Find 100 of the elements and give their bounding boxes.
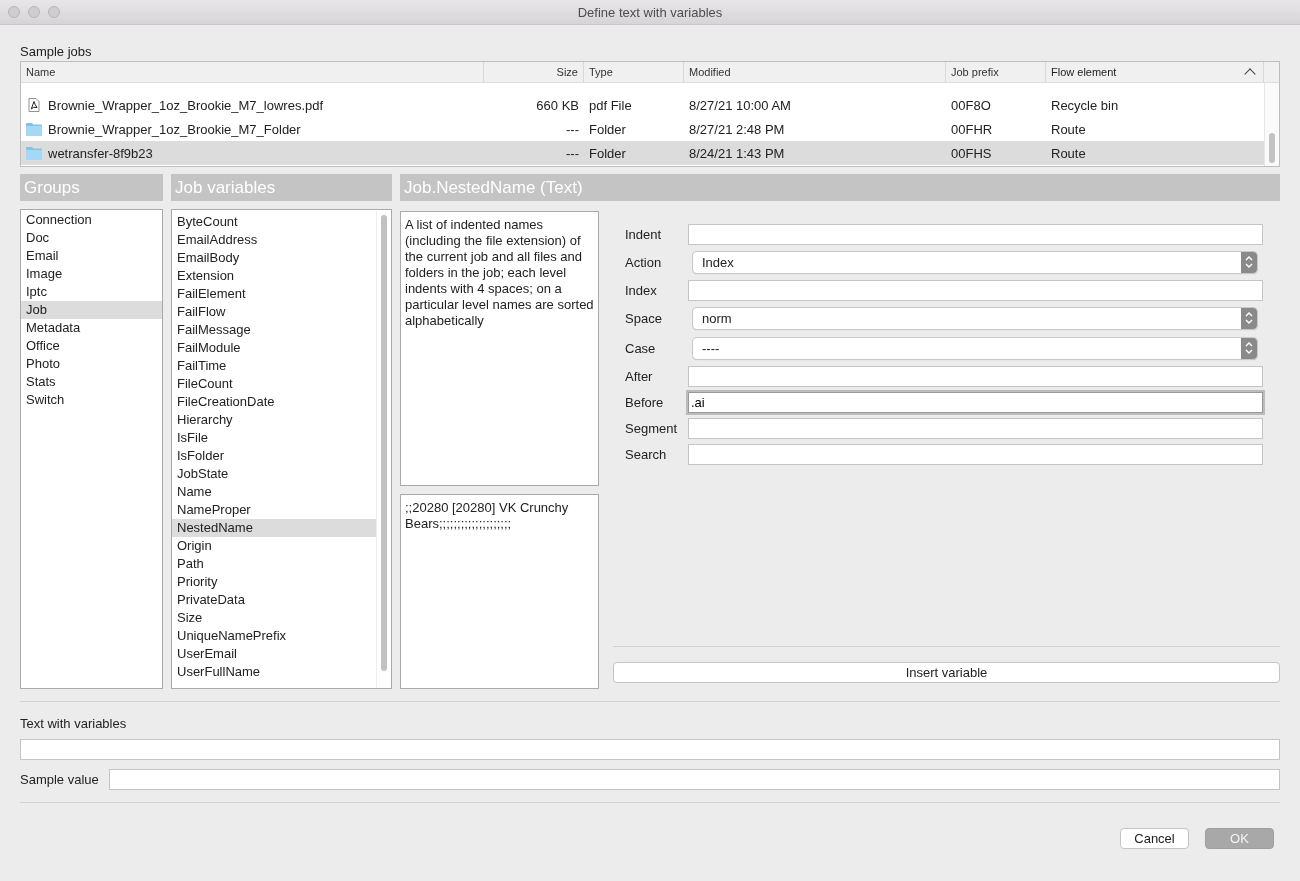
table-cell: 8/27/21 10:00 AM [689,97,791,113]
table-row[interactable]: Brownie_Wrapper_1oz_Brookie_M7_lowres.pdf 660 KB pdf File 8/27/21 10:00 AM 00F8O Recycle bin [21,93,1264,117]
field-label: Indent [625,226,663,242]
field-label: Action [625,254,663,270]
table-cell: 660 KB [536,97,579,113]
list-item[interactable]: FileCreationDate [172,393,376,411]
list-item[interactable]: FileCount [172,375,376,393]
list-item[interactable]: Hierarchy [172,411,376,429]
list-item[interactable]: Connection [21,211,162,229]
list-item[interactable]: Extension [172,267,376,285]
scrollbar-thumb[interactable] [381,215,387,671]
list-item[interactable]: Path [172,555,376,573]
table-cell: wetransfer-8f9b23 [48,145,153,161]
dropdown[interactable]: ---- [693,337,1257,359]
list-item[interactable]: EmailAddress [172,231,376,249]
field-label: Before [625,394,665,410]
panel-header: Job.NestedName (Text) [400,174,1280,201]
list-item[interactable]: ByteCount [172,213,376,231]
panel-header: Job variables [171,174,392,201]
dropdown[interactable]: Index [693,251,1257,273]
field-label: Sample value [20,772,99,787]
list-item[interactable]: UserFullName [172,663,376,681]
panel-header: Groups [20,174,163,201]
list-item[interactable]: Job [21,301,162,319]
text-field[interactable] [688,223,1263,245]
zoom-button[interactable] [48,6,60,18]
list-item[interactable]: Switch [21,391,162,409]
list-item[interactable]: Office [21,337,162,355]
list-item[interactable]: UniqueNamePrefix [172,627,376,645]
list-item[interactable]: Origin [172,537,376,555]
list-item[interactable]: UserEmail [172,645,376,663]
field-label: Segment [625,420,679,436]
column-header[interactable]: Job prefix [946,62,1046,82]
close-button[interactable] [8,6,20,18]
table-cell: Brownie_Wrapper_1oz_Brookie_M7_Folder [48,121,301,137]
column-header[interactable]: Type [584,62,684,82]
text-with-variables-field[interactable] [20,739,1280,760]
section-label: Sample jobs [20,44,92,59]
column-header[interactable]: Modified [684,62,946,82]
list-item[interactable]: Name [172,483,376,501]
list-item[interactable]: Size [172,609,376,627]
sample-text: ;;20280 [20280] VK Crunchy Bears;;;;;;;;;;;;;;;;;;;; [405,500,570,532]
list-item[interactable]: PrivateData [172,591,376,609]
field-label: Index [625,282,658,298]
field-label: Space [625,310,663,326]
field-label: Case [625,340,657,356]
minimize-button[interactable] [28,6,40,18]
table-cell: 00FHS [951,145,992,161]
field-label: After [625,368,654,384]
window-title: Define text with variables [577,4,723,20]
list-item[interactable]: EmailBody [172,249,376,267]
list-item[interactable]: IsFile [172,429,376,447]
list-item[interactable]: FailMessage [172,321,376,339]
text-field[interactable] [688,417,1263,439]
insert-variable-button[interactable]: Insert variable [613,662,1280,683]
text-field[interactable] [688,279,1263,301]
folder-icon [26,122,42,136]
folder-icon [26,146,42,160]
chevron-up-down-icon [1241,307,1257,329]
text-field[interactable]: .ai [688,391,1263,413]
list-item[interactable]: Priority [172,573,376,591]
list-item[interactable]: Stats [21,373,162,391]
column-header[interactable]: Flow element [1046,62,1264,82]
list-item[interactable]: Doc [21,229,162,247]
text-field[interactable] [688,365,1263,387]
field-label: Text with variables [20,716,127,731]
list-item[interactable]: NameProper [172,501,376,519]
list-item[interactable]: FailElement [172,285,376,303]
list-item[interactable]: IsFolder [172,447,376,465]
dialog-button: OK [1205,828,1274,849]
table-row[interactable]: Brownie_Wrapper_1oz_Brookie_M7_Folder --- Folder 8/27/21 2:48 PM 00FHR Route [21,117,1264,141]
sample-value-field[interactable] [108,769,1280,790]
list-item[interactable]: Email [21,247,162,265]
table-cell: 8/24/21 1:43 PM [689,145,785,161]
column-header[interactable]: Name [21,62,484,82]
scrollbar[interactable] [1264,83,1279,166]
list-item[interactable]: NestedName [172,519,376,537]
table-cell: Recycle bin [1051,97,1119,113]
description-text: A list of indented names (including the file extension) of the current job and all files and folders in the job; each level indents with 4 spaces; on a particular level names are sorted alphabetically [405,217,594,329]
dialog-button[interactable]: Cancel [1120,828,1189,849]
pdf-file-icon [26,98,42,112]
table-cell: --- [566,121,579,137]
list-item[interactable]: Iptc [21,283,162,301]
scrollbar-thumb[interactable] [1269,133,1275,163]
table-cell: --- [566,145,579,161]
table-cell: 00FHR [951,121,993,137]
list-item[interactable]: Photo [21,355,162,373]
table-cell: Brownie_Wrapper_1oz_Brookie_M7_lowres.pdf [48,97,324,113]
list-item[interactable]: JobState [172,465,376,483]
table-cell: 8/27/21 2:48 PM [689,121,785,137]
table-cell: Route [1051,145,1086,161]
list-item[interactable]: Metadata [21,319,162,337]
list-item[interactable]: Image [21,265,162,283]
table-row[interactable]: wetransfer-8f9b23 --- Folder 8/24/21 1:43 PM 00FHS Route [21,141,1264,165]
list-item[interactable]: FailTime [172,357,376,375]
list-item[interactable]: FailFlow [172,303,376,321]
list-item[interactable]: FailModule [172,339,376,357]
column-header[interactable]: Size [484,62,584,82]
text-field[interactable] [688,443,1263,465]
dropdown[interactable]: norm [693,307,1257,329]
